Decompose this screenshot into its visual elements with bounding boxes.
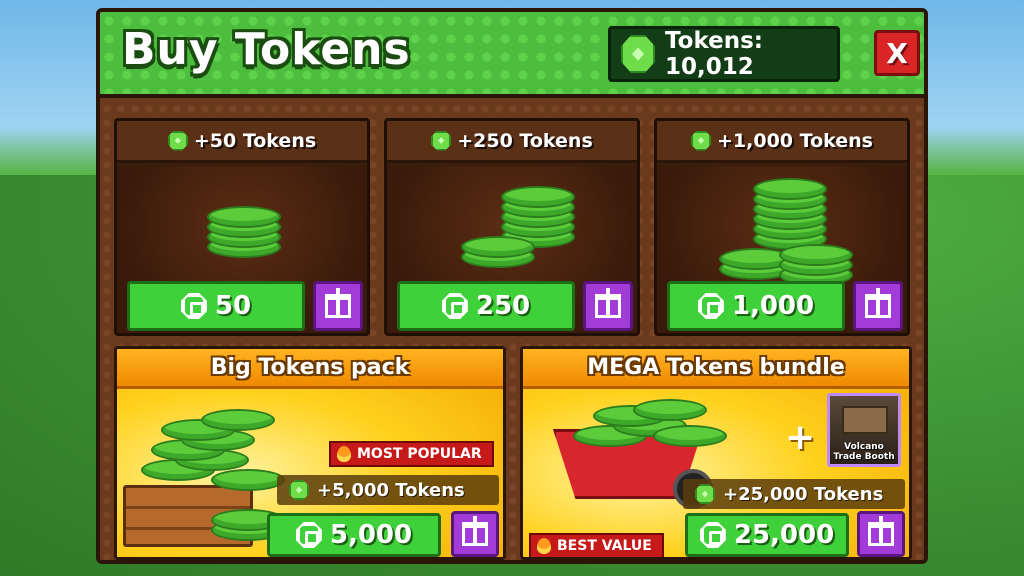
fire-icon [337,446,351,462]
pack-header: +50 Tokens [117,121,367,163]
page-title: Buy Tokens [122,24,411,75]
volcano-trade-booth-item: Volcano Trade Booth [827,393,901,467]
buy-tokens-window: Buy Tokens Tokens: 10,012 X +50 Tokens 5… [96,8,928,564]
gift-icon [868,516,894,546]
best-value-badge: BEST VALUE [529,533,664,557]
token-gem-icon [167,130,188,151]
badge-label: MOST POPULAR [357,446,482,462]
buy-button[interactable]: 50 [127,281,305,331]
token-balance-label: Tokens: 10,012 [665,28,764,80]
badge-label: BEST VALUE [557,538,652,554]
token-balance-display: Tokens: 10,012 [608,26,840,82]
token-gem-icon [621,35,656,73]
gift-icon [865,288,891,318]
buy-button[interactable]: 5,000 [267,513,441,557]
pack-header: +1,000 Tokens [657,121,907,163]
robux-icon [441,293,468,319]
robux-icon [180,293,207,319]
big-tokens-pack: Big Tokens pack MOST POPULAR +5,000 Toke… [114,346,506,560]
pack-label: +1,000 Tokens [717,129,873,152]
buy-button[interactable]: 1,000 [667,281,845,331]
gift-icon [462,516,488,546]
gift-button[interactable] [857,511,905,557]
buy-button[interactable]: 250 [397,281,575,331]
gift-button[interactable] [853,281,903,331]
amount-strip: +25,000 Tokens [683,479,905,509]
buy-button[interactable]: 25,000 [685,513,849,557]
bonus-item-label: Volcano Trade Booth [833,442,895,462]
plus-icon: + [785,417,816,458]
gift-icon [325,288,351,318]
amount-label: +25,000 Tokens [723,483,884,505]
price-label: 50 [214,291,252,321]
gift-button[interactable] [583,281,633,331]
token-gem-icon [695,484,715,504]
token-pack-50: +50 Tokens 50 [114,118,370,336]
robux-icon [699,522,726,548]
gift-button[interactable] [313,281,363,331]
pack-label: +50 Tokens [193,129,317,152]
pack-header: +250 Tokens [387,121,637,163]
price-label: 250 [475,291,531,321]
token-gem-icon [691,130,711,151]
big-pack-title: Big Tokens pack [117,349,503,389]
gift-icon [595,288,621,318]
robux-icon [295,522,322,548]
token-pack-250: +250 Tokens 250 [384,118,640,336]
amount-label: +5,000 Tokens [317,479,465,501]
token-gem-icon [289,480,309,500]
token-pack-1000: +1,000 Tokens 1,000 [654,118,910,336]
most-popular-badge: MOST POPULAR [329,441,494,467]
close-button[interactable]: X [874,30,920,76]
gift-button[interactable] [451,511,499,557]
amount-strip: +5,000 Tokens [277,475,499,505]
close-icon: X [886,36,908,70]
fire-icon [537,538,551,554]
price-label: 5,000 [329,520,413,550]
price-label: 25,000 [733,520,835,550]
robux-icon [697,293,724,319]
pack-label: +250 Tokens [457,129,593,152]
mega-bundle-title: MEGA Tokens bundle [523,349,909,389]
price-label: 1,000 [731,291,815,321]
mega-tokens-bundle: MEGA Tokens bundle + Volcano Trade Booth… [520,346,912,560]
window-header: Buy Tokens Tokens: 10,012 X [100,12,924,98]
booth-icon [842,406,888,434]
token-gem-icon [431,130,452,151]
